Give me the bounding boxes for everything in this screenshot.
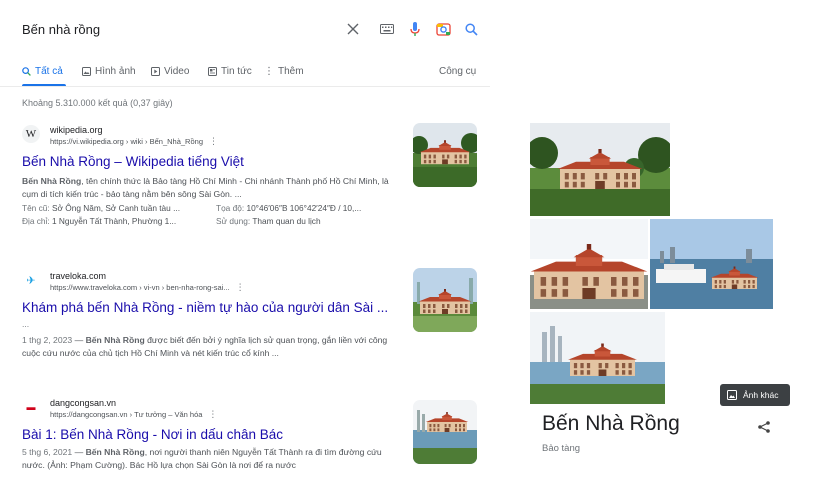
video-icon: [151, 67, 160, 76]
knowledge-panel-subtitle: Bảo tàng: [542, 443, 581, 454]
result-snippet: 1 thg 2, 2023 — Bến Nhà Rồng được biết đ…: [22, 335, 388, 358]
keyboard-icon[interactable]: [378, 20, 396, 38]
tab-label: Tất cả: [35, 66, 63, 77]
attr-label: Tọa độ:: [216, 203, 245, 213]
knowledge-panel-image[interactable]: [530, 219, 648, 309]
attr-coordinates: Tọa độ: 10°46′06″B 106°42′24″Đ / 10,...: [216, 202, 396, 215]
source-url: https://www.traveloka.com › vi-vn › ben-…: [50, 282, 245, 293]
search-bar: Bến nhà rồng: [0, 0, 490, 58]
share-icon[interactable]: [757, 420, 773, 436]
search-icon: [22, 67, 31, 76]
wikipedia-favicon-icon: W: [22, 125, 40, 143]
result-snippet: 5 thg 6, 2021 — Bến Nhà Rồng, nơi người …: [22, 447, 382, 470]
news-icon: [208, 67, 217, 76]
result-thumbnail[interactable]: [413, 400, 477, 464]
source-url: https://vi.wikipedia.org › wiki › Bến_Nh…: [50, 136, 218, 147]
tab-label: Tin tức: [221, 66, 252, 77]
tab-divider: [0, 86, 490, 87]
url-text: https://vi.wikipedia.org › wiki › Bến_Nh…: [50, 137, 203, 146]
knowledge-panel-image[interactable]: [650, 219, 773, 309]
result-stats: Khoảng 5.310.000 kết quả (0,37 giây): [22, 98, 173, 108]
search-input[interactable]: Bến nhà rồng: [22, 22, 100, 37]
result-attributes: Tên cũ: Sở Ông Năm, Sở Canh tuần tàu ...…: [22, 202, 482, 228]
clear-icon[interactable]: [344, 20, 362, 38]
tab-images[interactable]: Hình ảnh: [82, 66, 136, 77]
result-date: 1 thg 2, 2023: [22, 335, 73, 345]
snippet-text: , nơi người thanh niên Nguyễn Tất Thành …: [22, 447, 382, 470]
search-icon[interactable]: [462, 20, 480, 38]
attr-label: Sử dụng:: [216, 216, 251, 226]
knowledge-panel-image[interactable]: [530, 312, 665, 404]
attr-label: Địa chỉ:: [22, 216, 50, 226]
url-text: https://dangcongsan.vn › Tư tưởng – Văn …: [50, 410, 203, 419]
image-icon: [727, 390, 737, 400]
attr-value[interactable]: Sở Ông Năm, Sở Canh tuần tàu ...: [52, 203, 180, 213]
result-thumbnail[interactable]: [413, 123, 477, 187]
attr-usage: Sử dụng: Tham quan du lịch: [216, 215, 396, 228]
attr-value[interactable]: 10°46′06″B 106°42′24″Đ / 10,...: [246, 203, 361, 213]
tab-label: Video: [164, 66, 190, 77]
more-options-icon[interactable]: ⋮: [209, 136, 218, 147]
tab-news[interactable]: Tin tức: [208, 66, 252, 77]
attr-old-name: Tên cũ: Sở Ông Năm, Sở Canh tuần tàu ...: [22, 202, 216, 215]
tools-label: Công cụ: [439, 66, 477, 77]
knowledge-panel-title: Bến Nhà Rồng: [542, 412, 680, 435]
tab-label: Thêm: [278, 66, 304, 77]
tab-videos[interactable]: Video: [151, 66, 189, 77]
more-icon: ⋮: [264, 66, 274, 77]
url-text: https://www.traveloka.com › vi-vn › ben-…: [50, 283, 230, 292]
tab-more[interactable]: ⋮ Thêm: [264, 66, 304, 77]
microphone-icon[interactable]: [406, 20, 424, 38]
result-thumbnail[interactable]: [413, 268, 477, 332]
title-overflow: ...: [22, 319, 30, 329]
result-snippet: Bến Nhà Rồng, tên chính thức là Bảo tàng…: [22, 175, 400, 201]
attr-value[interactable]: 1 Nguyễn Tất Thành, Phường 1...: [52, 216, 176, 226]
source-name: wikipedia.org: [50, 125, 103, 135]
source-url: https://dangcongsan.vn › Tư tưởng – Văn …: [50, 409, 217, 420]
camera-search-icon[interactable]: [434, 20, 452, 38]
snippet-bold: Bến Nhà Rồng: [22, 176, 82, 186]
result-date: 5 thg 6, 2021: [22, 447, 73, 457]
traveloka-favicon-icon: ✈: [22, 271, 40, 289]
snippet-bold: Bến Nhà Rồng: [85, 335, 145, 345]
source-name: traveloka.com: [50, 271, 107, 281]
source-name: dangcongsan.vn: [50, 398, 117, 408]
snippet-bold: Bến Nhà Rồng: [85, 447, 145, 457]
knowledge-panel-image[interactable]: [530, 123, 670, 216]
tab-all[interactable]: Tất cả: [22, 66, 63, 77]
more-options-icon[interactable]: ⋮: [236, 282, 245, 293]
attr-value[interactable]: Tham quan du lịch: [252, 216, 320, 226]
image-icon: [82, 67, 91, 76]
search-tabs: Tất cả Hình ảnh Video Tin tức ⋮ Thêm Côn…: [0, 62, 490, 86]
more-photos-button[interactable]: Ảnh khác: [720, 384, 790, 406]
attr-label: Tên cũ:: [22, 203, 50, 213]
more-options-icon[interactable]: ⋮: [208, 409, 217, 420]
tools-button[interactable]: Công cụ: [439, 66, 476, 77]
tab-label: Hình ảnh: [95, 66, 136, 77]
more-photos-label: Ảnh khác: [743, 390, 779, 400]
dangcongsan-favicon-icon: ▬: [22, 398, 40, 416]
snippet-text: được biết đến bởi ý nghĩa lịch sử quan t…: [22, 335, 388, 358]
attr-address: Địa chỉ: 1 Nguyễn Tất Thành, Phường 1...: [22, 215, 216, 228]
result-title-link[interactable]: Khám phá bến Nhà Rồng - niềm tự hào của …: [22, 299, 402, 317]
